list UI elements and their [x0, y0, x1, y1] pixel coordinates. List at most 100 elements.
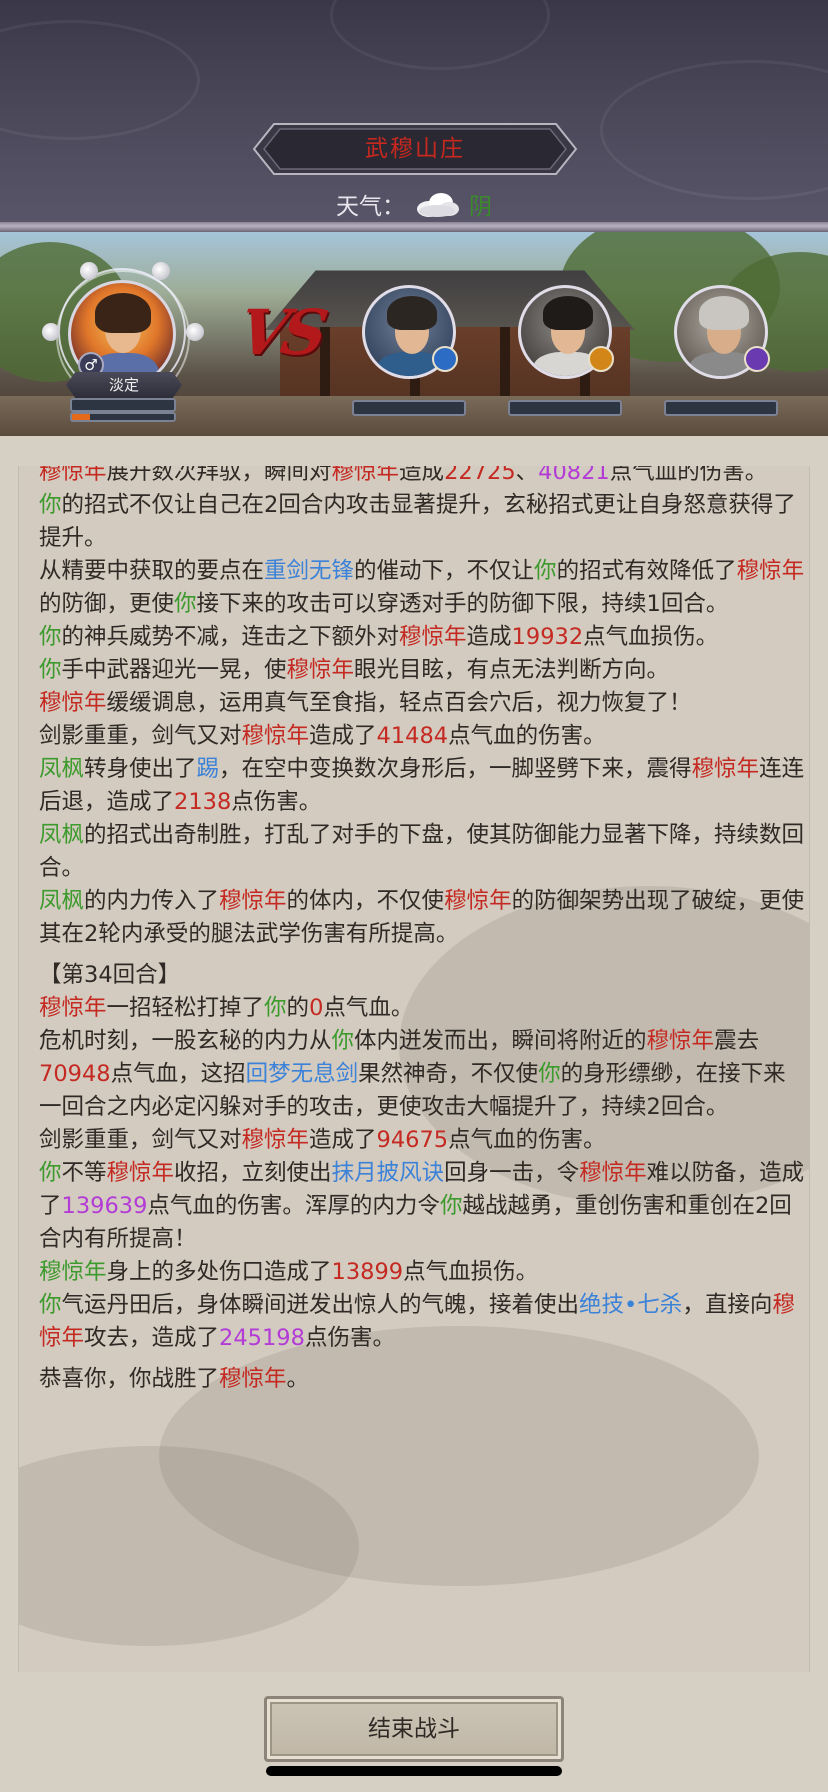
log-segment: 凤枫	[39, 822, 85, 848]
log-segment: 你	[331, 1028, 355, 1054]
skill-orb[interactable]	[186, 323, 204, 341]
log-segment: 41484	[376, 723, 449, 749]
log-segment: 点伤害。	[304, 1325, 395, 1351]
log-line: 【第34回合】	[39, 959, 805, 992]
water-element-icon	[432, 346, 458, 372]
log-segment: 点气血损伤。	[403, 1259, 539, 1285]
log-segment: 剑影重重，剑气又对	[39, 723, 242, 749]
log-segment: 眼光目眩，有点无法判断方向。	[354, 657, 670, 683]
log-segment: 造成	[466, 624, 512, 650]
header-bar: 武穆山庄 天气： 阴	[0, 0, 828, 232]
log-segment: 凤枫	[39, 888, 85, 914]
log-segment: 的催动下，不仅让	[354, 558, 535, 584]
log-segment: 从精要中获取的要点在	[39, 558, 265, 584]
fire-element-icon	[588, 346, 614, 372]
log-segment: 你	[39, 1292, 62, 1318]
log-segment: 你	[264, 995, 287, 1021]
log-line: 穆惊年缓缓调息，运用真气至食指，轻点百会穴后，视力恢复了！	[39, 687, 805, 720]
log-segment: 穆惊年	[331, 466, 400, 485]
end-battle-button[interactable]: 结束战斗	[264, 1696, 564, 1762]
player-hp-fill	[72, 414, 91, 420]
log-segment: 。	[286, 1366, 310, 1392]
log-segment: 不等	[61, 1160, 107, 1186]
log-segment: 恭喜你，你战胜了	[39, 1366, 220, 1392]
log-line: 凤枫的招式出奇制胜，打乱了对手的下盘，使其防御能力显著下降，持续数回合。	[39, 819, 805, 885]
log-line: 剑影重重，剑气又对穆惊年造成了41484点气血的伤害。	[39, 720, 805, 753]
log-segment: 震去	[714, 1028, 760, 1054]
enemy-hp-bar	[664, 400, 778, 416]
log-segment: 70948	[39, 1061, 111, 1087]
log-segment: 身上的多处伤口造成了	[106, 1259, 332, 1285]
log-segment: 的招式不仅让自己在2回合内攻击显著提升，玄秘招式更让自身怒意获得了提升。	[39, 492, 796, 551]
log-segment: 展开数次拜驭，瞬间对	[106, 466, 332, 485]
battle-log-text: 穆惊年展开数次拜驭，瞬间对穆惊年造成22725、40821点气血的伤害。 你的招式…	[39, 466, 805, 1396]
log-segment: 点气血的伤害。	[448, 723, 606, 749]
log-line: 你不等穆惊年收招，立刻使出抹月披风诀回身一击，令穆惊年难以防备，造成了13963…	[39, 1157, 805, 1256]
enemy-hp-bar	[352, 400, 466, 416]
cloud-icon	[417, 193, 459, 217]
log-segment: 13899	[331, 1259, 404, 1285]
log-segment: 的防御，更使	[39, 591, 175, 617]
log-gap	[39, 1355, 805, 1363]
log-segment: 点气血的伤害。	[448, 1127, 606, 1153]
log-segment: 穆惊年	[241, 723, 310, 749]
log-segment: ，在空中变换数次身形后，一脚竖劈下来，震得	[219, 756, 692, 782]
log-line: 你手中武器迎光一晃，使穆惊年眼光目眩，有点无法判断方向。	[39, 654, 805, 687]
home-indicator[interactable]	[266, 1766, 562, 1776]
location-title-plate: 武穆山庄	[252, 122, 578, 176]
skill-orb[interactable]	[42, 323, 60, 341]
log-line: 剑影重重，剑气又对穆惊年造成了94675点气血的伤害。	[39, 1124, 805, 1157]
player-status: 淡定	[66, 372, 182, 398]
log-segment: 的神兵威势不减，连击之下额外对	[61, 624, 400, 650]
log-line: 穆惊年展开数次拜驭，瞬间对穆惊年造成22725、40821点气血的伤害。	[39, 466, 805, 489]
log-segment: 穆惊年	[691, 756, 760, 782]
log-segment: 你	[174, 591, 197, 617]
log-segment: 攻去，造成了	[84, 1325, 220, 1351]
log-segment: 造成了	[309, 723, 377, 749]
log-segment: 穆惊年	[286, 657, 355, 683]
log-segment: 穆惊年	[106, 1160, 175, 1186]
log-segment: 的招式有效降低了	[556, 558, 737, 584]
log-segment: 你	[39, 492, 62, 518]
log-segment: 危机时刻，一股玄秘的内力从	[39, 1028, 332, 1054]
swirl-decoration	[600, 60, 828, 200]
log-segment: 、	[515, 466, 539, 485]
log-segment: 2138	[174, 789, 232, 815]
log-segment: 你	[39, 1160, 62, 1186]
battle-log-panel[interactable]: 穆惊年展开数次拜驭，瞬间对穆惊年造成22725、40821点气血的伤害。 你的招式…	[18, 466, 810, 1672]
skill-orb[interactable]	[152, 262, 170, 280]
log-segment: 的体内，不仅使	[286, 888, 445, 914]
skill-orb[interactable]	[80, 262, 98, 280]
log-segment: 你	[39, 624, 62, 650]
log-segment: 点气血损伤。	[583, 624, 719, 650]
log-segment: 穆惊年	[399, 624, 467, 650]
enemy-hp-bar	[508, 400, 622, 416]
log-segment: 转身使出了	[84, 756, 197, 782]
log-gap	[39, 951, 805, 959]
log-segment: 点气血的伤害。浑厚的内力令	[147, 1193, 440, 1219]
log-segment: 造成	[399, 466, 445, 485]
log-segment: 造成了	[309, 1127, 377, 1153]
log-segment: 你	[538, 1061, 561, 1087]
log-segment: 穆惊年	[241, 1127, 310, 1153]
log-segment: 0	[309, 995, 324, 1021]
player-hp-bar	[70, 412, 176, 422]
log-segment: 139639	[61, 1193, 148, 1219]
log-segment: 踢	[196, 756, 220, 782]
log-segment: 40821	[538, 466, 610, 485]
log-segment: 果然神奇，不仅使	[358, 1061, 539, 1087]
log-line: 你的招式不仅让自己在2回合内攻击显著提升，玄秘招式更让自身怒意获得了提升。	[39, 489, 805, 555]
log-segment: 绝技•七杀	[579, 1292, 683, 1318]
log-segment: 你	[439, 1193, 463, 1219]
log-segment: 剑影重重，剑气又对	[39, 1127, 242, 1153]
log-segment: 凤枫	[39, 756, 85, 782]
weather-label: 天气：	[336, 194, 405, 220]
swirl-decoration	[330, 0, 550, 70]
log-segment: 的内力传入了	[84, 888, 220, 914]
log-segment: 245198	[219, 1325, 305, 1351]
log-segment: 【第34回合】	[39, 962, 181, 988]
log-segment: 你	[39, 657, 62, 683]
log-segment: 缓缓调息，运用真气至食指，轻点百会穴后，视力恢复了！	[106, 690, 692, 716]
log-segment: 22725	[444, 466, 516, 485]
log-segment: 你	[534, 558, 557, 584]
